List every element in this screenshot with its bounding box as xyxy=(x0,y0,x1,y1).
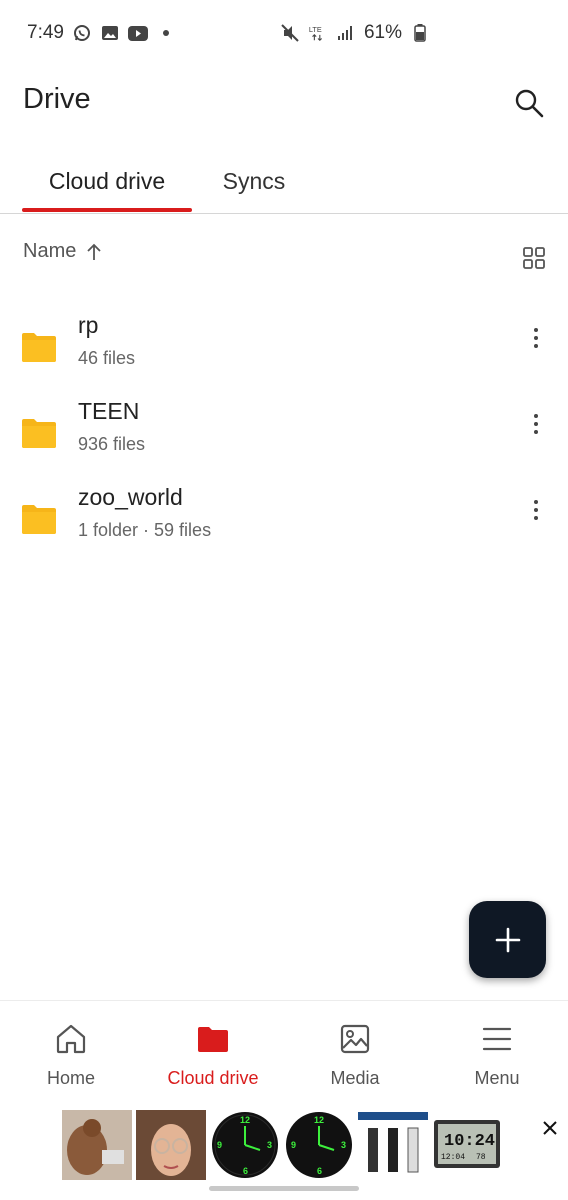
bottom-navigation: Home Cloud drive Media Menu xyxy=(0,1000,568,1105)
status-time: 7:49 xyxy=(27,22,64,43)
svg-text:9: 9 xyxy=(291,1140,296,1150)
ad-image-size-chart[interactable] xyxy=(358,1110,428,1180)
file-name: rp xyxy=(78,312,99,338)
battery-percent: 61% xyxy=(363,22,402,43)
folder-icon xyxy=(22,505,56,534)
file-meta: 936 files xyxy=(78,434,146,454)
nav-label: Cloud drive xyxy=(167,1068,259,1088)
list-item[interactable]: zoo_world 1 folder · 59 files xyxy=(0,484,568,570)
ad-image-digital-clock[interactable]: 10:24 12:04 78 xyxy=(432,1110,502,1180)
file-meta: 1 folder · 59 files xyxy=(78,520,212,540)
grid-view-button[interactable] xyxy=(521,245,547,271)
folder-icon xyxy=(22,419,56,448)
gallery-icon xyxy=(100,23,120,43)
more-options-button[interactable] xyxy=(522,496,550,524)
svg-text:6: 6 xyxy=(317,1166,322,1176)
battery-icon xyxy=(410,23,430,43)
list-item[interactable]: rp 46 files xyxy=(0,312,568,398)
svg-text:3: 3 xyxy=(267,1140,272,1150)
home-indicator[interactable] xyxy=(209,1186,359,1191)
active-tab-indicator xyxy=(22,208,192,212)
nav-label: Media xyxy=(330,1068,380,1088)
status-bar: 7:49 LTE 61% xyxy=(0,0,568,70)
ad-clock-date: 12:04 xyxy=(441,1153,465,1162)
ad-close-button[interactable] xyxy=(538,1116,562,1140)
nav-home[interactable]: Home xyxy=(0,1001,142,1106)
ad-image-glasses[interactable] xyxy=(136,1110,206,1180)
svg-text:12: 12 xyxy=(314,1115,324,1125)
file-name: zoo_world xyxy=(78,484,183,510)
nav-label: Menu xyxy=(474,1068,520,1088)
grid-view-icon xyxy=(523,247,545,269)
notification-dot-icon xyxy=(156,23,176,43)
nav-label: Home xyxy=(46,1068,95,1088)
svg-text:6: 6 xyxy=(243,1166,248,1176)
home-icon xyxy=(56,1024,86,1054)
ad-banner[interactable]: 12 3 6 9 12 3 6 9 10:24 12:04 78 xyxy=(62,1110,502,1180)
ad-image-clock[interactable]: 12 3 6 9 xyxy=(284,1110,354,1180)
page-title: Drive xyxy=(23,83,91,115)
status-left: 7:49 xyxy=(27,22,176,44)
add-button[interactable] xyxy=(469,901,546,978)
tab-syncs[interactable]: Syncs xyxy=(204,150,304,213)
svg-text:3: 3 xyxy=(341,1140,346,1150)
tab-cloud-drive[interactable]: Cloud drive xyxy=(22,150,192,213)
ad-clock-temp: 78 xyxy=(476,1153,486,1162)
signal-icon xyxy=(336,23,356,43)
nav-media[interactable]: Media xyxy=(284,1001,426,1106)
sort-label: Name xyxy=(23,240,77,262)
nav-cloud-drive[interactable]: Cloud drive xyxy=(142,1001,284,1106)
ad-image-person[interactable] xyxy=(62,1110,132,1180)
search-button[interactable] xyxy=(510,84,548,122)
svg-text:12: 12 xyxy=(240,1115,250,1125)
lte-icon: LTE xyxy=(308,23,328,43)
list-item[interactable]: TEEN 936 files xyxy=(0,398,568,484)
whatsapp-icon xyxy=(72,23,92,43)
close-icon xyxy=(543,1121,557,1135)
more-options-button[interactable] xyxy=(522,410,550,438)
svg-text:9: 9 xyxy=(217,1140,222,1150)
mute-icon xyxy=(280,23,300,43)
youtube-icon xyxy=(127,23,148,43)
image-icon xyxy=(340,1024,370,1054)
file-name: TEEN xyxy=(78,398,140,424)
menu-icon xyxy=(482,1027,512,1051)
tab-bar: Cloud drive Syncs xyxy=(0,150,568,214)
svg-text:LTE: LTE xyxy=(309,25,322,34)
folder-icon xyxy=(198,1027,228,1052)
arrow-up-icon xyxy=(87,243,101,260)
nav-menu[interactable]: Menu xyxy=(426,1001,568,1106)
ad-image-clock[interactable]: 12 3 6 9 xyxy=(210,1110,280,1180)
more-options-button[interactable] xyxy=(522,324,550,352)
status-right: LTE 61% xyxy=(280,22,430,44)
ad-clock-time: 10:24 xyxy=(444,1132,495,1151)
search-icon xyxy=(515,89,544,118)
folder-icon xyxy=(22,333,56,362)
plus-icon xyxy=(495,927,520,952)
file-meta: 46 files xyxy=(78,348,136,368)
sort-button[interactable]: Name xyxy=(23,240,102,263)
